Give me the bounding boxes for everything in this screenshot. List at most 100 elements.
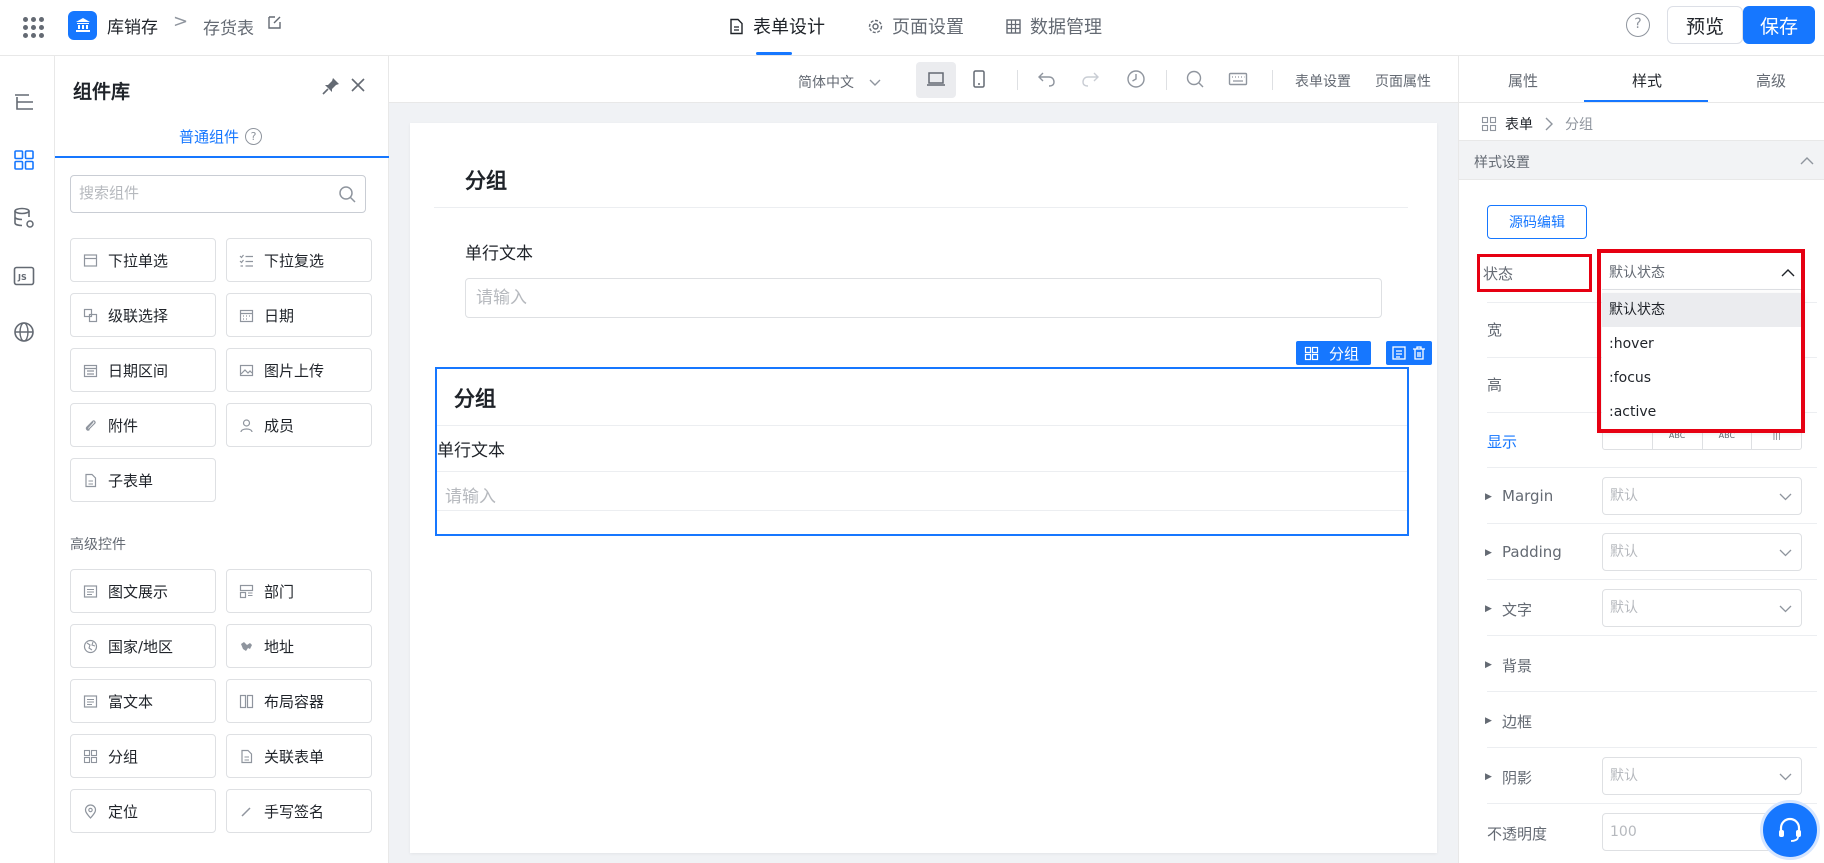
search-icon[interactable] [1185, 69, 1205, 89]
edit-icon[interactable] [266, 14, 283, 31]
preview-button[interactable]: 预览 [1667, 6, 1743, 44]
breadcrumb: 表单 分组 [1481, 112, 1593, 136]
component-linked-form[interactable]: 关联表单 [226, 734, 372, 778]
component-date-range[interactable]: 日期区间 [70, 348, 216, 392]
component-department[interactable]: 部门 [226, 569, 372, 613]
group-title[interactable]: 分组 [454, 383, 496, 413]
customer-service-button[interactable] [1760, 800, 1820, 860]
margin-select[interactable]: 默认 [1602, 477, 1802, 515]
trash-icon[interactable] [1411, 345, 1427, 361]
chevron-down-icon [1779, 549, 1792, 557]
search-input[interactable] [71, 176, 321, 210]
row-divider [1487, 635, 1817, 636]
properties-panel: 属性 样式 高级 表单 分组 样式设置 源码编辑 状态 宽 高 显示 ABC A… [1458, 56, 1824, 863]
component-group[interactable]: 分组 [70, 734, 216, 778]
component-location[interactable]: 定位 [70, 789, 216, 833]
breadcrumb-root[interactable]: 表单 [1505, 114, 1533, 134]
calendar-icon [239, 309, 254, 322]
selected-group-box[interactable]: 分组 单行文本 请输入 [435, 367, 1409, 536]
text-input[interactable]: 请输入 [465, 278, 1382, 318]
component-member[interactable]: 成员 [226, 403, 372, 447]
text-input[interactable]: 请输入 [445, 482, 496, 507]
group-icon [1481, 116, 1497, 132]
selected-component-tag[interactable]: 分组 [1296, 341, 1372, 365]
text-label[interactable]: 文字 [1502, 599, 1532, 620]
shadow-label[interactable]: 阴影 [1502, 767, 1532, 788]
document-icon [730, 18, 743, 34]
text-select[interactable]: 默认 [1602, 589, 1802, 627]
language-select[interactable]: 简体中文 [798, 72, 882, 92]
tab-advanced[interactable]: 高级 [1756, 70, 1786, 91]
save-button[interactable]: 保存 [1743, 6, 1815, 44]
js-icon[interactable]: JS [12, 264, 36, 288]
row-divider [1487, 747, 1817, 748]
link-form-icon [241, 749, 253, 763]
expand-arrow-icon[interactable]: ▶ [1485, 492, 1492, 502]
group-icon [1304, 346, 1319, 360]
apps-grid-icon[interactable] [20, 14, 46, 40]
app-name[interactable]: 库销存 [107, 13, 158, 38]
org-icon [239, 584, 254, 598]
component-subform[interactable]: 子表单 [70, 458, 216, 502]
component-date[interactable]: 日期 [226, 293, 372, 337]
expand-arrow-icon[interactable]: ▶ [1485, 548, 1492, 558]
expand-arrow-icon[interactable]: ▶ [1485, 716, 1492, 726]
help-icon[interactable]: ? [1626, 13, 1650, 37]
advanced-group-label: 高级控件 [70, 537, 126, 553]
component-rich-display[interactable]: 图文展示 [70, 569, 216, 613]
search-icon[interactable] [338, 185, 357, 204]
field-label[interactable]: 单行文本 [465, 239, 533, 264]
tab-attributes[interactable]: 属性 [1508, 70, 1538, 91]
keyboard-icon[interactable] [1228, 69, 1248, 89]
shadow-select[interactable]: 默认 [1602, 757, 1802, 795]
style-settings-header[interactable]: 样式设置 [1459, 140, 1824, 180]
component-address[interactable]: 地址 [226, 624, 372, 668]
source-edit-button[interactable]: 源码编辑 [1487, 205, 1587, 239]
component-signature[interactable]: 手写签名 [226, 789, 372, 833]
help-icon[interactable]: ? [245, 128, 263, 145]
components-icon[interactable] [12, 148, 36, 172]
copy-icon[interactable] [1391, 345, 1407, 361]
tab-data-management[interactable]: 数据管理 [1005, 13, 1102, 39]
component-dropdown-single[interactable]: 下拉单选 [70, 238, 216, 282]
gear-icon [868, 19, 883, 33]
richtext-icon [83, 584, 98, 598]
field-label[interactable]: 单行文本 [437, 436, 505, 461]
globe-icon[interactable] [12, 320, 36, 344]
breadcrumb-current: 分组 [1565, 117, 1593, 133]
undo-icon[interactable] [1037, 69, 1057, 89]
component-rich-text[interactable]: 富文本 [70, 679, 216, 723]
expand-arrow-icon[interactable]: ▶ [1485, 772, 1492, 782]
padding-select[interactable]: 默认 [1602, 533, 1802, 571]
component-dropdown-multi[interactable]: 下拉复选 [226, 238, 372, 282]
tab-form-design[interactable]: 表单设计 [728, 13, 825, 39]
component-cascade-select[interactable]: 级联选择 [70, 293, 216, 337]
outline-tree-icon[interactable] [12, 90, 36, 114]
component-layout-container[interactable]: 布局容器 [226, 679, 372, 723]
background-label[interactable]: 背景 [1502, 655, 1532, 676]
database-settings-icon[interactable] [12, 206, 36, 230]
pin-icon[interactable] [321, 76, 341, 96]
form-settings-button[interactable]: 表单设置 [1295, 71, 1351, 91]
height-label: 高 [1487, 376, 1503, 394]
expand-arrow-icon[interactable]: ▶ [1485, 604, 1492, 614]
close-icon[interactable] [348, 75, 368, 95]
component-country-region[interactable]: 国家/地区 [70, 624, 216, 668]
redo-icon[interactable] [1080, 69, 1100, 89]
history-icon[interactable] [1126, 69, 1146, 89]
component-image-upload[interactable]: 图片上传 [226, 348, 372, 392]
margin-label[interactable]: Margin [1502, 487, 1553, 505]
mobile-icon[interactable] [969, 69, 989, 89]
left-rail: JS [0, 56, 55, 863]
group-title[interactable]: 分组 [465, 165, 507, 195]
border-label[interactable]: 边框 [1502, 711, 1532, 732]
component-attachment[interactable]: 附件 [70, 403, 216, 447]
expand-arrow-icon[interactable]: ▶ [1485, 660, 1492, 670]
tab-page-settings[interactable]: 页面设置 [867, 13, 964, 39]
desktop-icon[interactable] [926, 69, 946, 89]
page-properties-button[interactable]: 页面属性 [1375, 71, 1431, 91]
padding-label[interactable]: Padding [1502, 543, 1562, 561]
component-library-panel: 组件库 普通组件 ? 下拉单选 下拉复选 级联选择 日期 日期区间 图片上传 附… [55, 56, 389, 863]
tab-style[interactable]: 样式 [1632, 70, 1662, 91]
tab-basic-components[interactable]: 普通组件 ? [179, 126, 263, 147]
